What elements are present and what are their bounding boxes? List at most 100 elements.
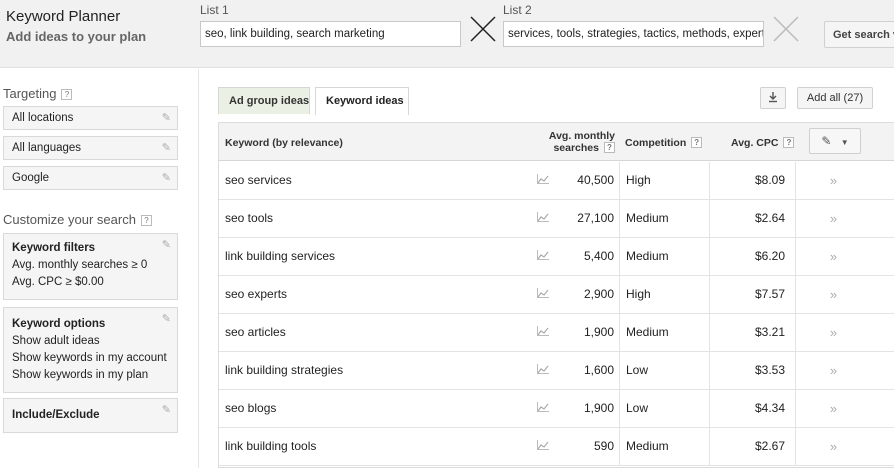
col-cpc-label: Avg. CPC [731, 137, 779, 149]
volume-cell: 2,900 [583, 287, 614, 301]
targeting-heading: Targeting? [3, 86, 73, 101]
include-exclude-box[interactable]: Include/Exclude ✎ [3, 398, 178, 433]
edit-columns-button[interactable]: ✎ ▼ [809, 128, 861, 154]
include-exclude-title: Include/Exclude [12, 409, 100, 421]
keyword-filters-title: Keyword filters [12, 242, 96, 254]
volume-cell: 1,600 [583, 363, 614, 377]
competition-cell: Low [619, 390, 709, 427]
keyword-cell: seo articles [225, 325, 286, 339]
competition-cell: High [619, 276, 709, 313]
volume-cell: 27,100 [577, 211, 614, 225]
competition-cell: Medium [619, 428, 709, 465]
option-plan: Show keywords in my plan [12, 369, 149, 381]
sidebar: Targeting? All locations ✎ All languages… [0, 69, 199, 468]
app-subtitle: Add ideas to your plan [6, 29, 147, 44]
help-icon[interactable]: ? [691, 137, 703, 148]
add-to-plan-icon[interactable]: » [795, 314, 871, 351]
col-volume-line1: Avg. monthly [548, 130, 615, 142]
download-button[interactable] [760, 87, 786, 109]
help-icon[interactable]: ? [604, 142, 615, 153]
help-icon[interactable]: ? [140, 215, 152, 226]
col-volume-line2: searches [553, 142, 599, 154]
cpc-cell: $2.64 [709, 200, 795, 237]
filter-cpc: Avg. CPC ≥ $0.00 [12, 276, 104, 288]
pencil-icon[interactable]: ✎ [162, 171, 171, 184]
keyword-cell: link building services [225, 249, 336, 263]
cpc-cell: $3.53 [709, 352, 795, 389]
pencil-icon[interactable]: ✎ [162, 403, 171, 416]
keyword-cell: seo blogs [225, 401, 277, 415]
keyword-options-title: Keyword options [12, 318, 106, 330]
table-row: link building strategies 1,600 Low $3.53» [219, 352, 894, 390]
network-targeting[interactable]: Google ✎ [3, 166, 178, 190]
add-to-plan-icon[interactable]: » [795, 352, 871, 389]
keyword-cell: seo tools [225, 211, 274, 225]
help-icon[interactable]: ? [783, 137, 795, 148]
table-row: link building tools 590 Medium $2.67» [219, 428, 894, 466]
volume-cell: 1,900 [583, 325, 614, 339]
location-targeting[interactable]: All locations ✎ [3, 106, 178, 130]
keyword-cell: seo experts [225, 287, 288, 301]
language-targeting[interactable]: All languages ✎ [3, 136, 178, 160]
table-row: link building services 5,400 Medium $6.20» [219, 238, 894, 276]
language-value: All languages [12, 142, 82, 154]
pencil-icon: ✎ [821, 134, 832, 148]
tab-ad-group-ideas[interactable]: Ad group ideas [218, 87, 310, 114]
cpc-cell: $3.21 [709, 314, 795, 351]
pencil-icon[interactable]: ✎ [162, 141, 171, 154]
competition-cell: Medium [619, 200, 709, 237]
volume-cell: 40,500 [577, 173, 614, 187]
table-row: seo blogs 1,900 Low $4.34» [219, 390, 894, 428]
cpc-cell: $2.67 [709, 428, 795, 465]
filter-searches: Avg. monthly searches ≥ 0 [12, 259, 148, 271]
add-to-plan-icon[interactable]: » [795, 276, 871, 313]
volume-cell: 1,900 [583, 401, 614, 415]
add-to-plan-icon[interactable]: » [795, 428, 871, 465]
multiply-icon [470, 16, 496, 42]
pencil-icon[interactable]: ✎ [162, 111, 171, 124]
tab-keyword-ideas[interactable]: Keyword ideas [315, 87, 409, 115]
app-title: Keyword Planner [6, 8, 121, 25]
location-value: All locations [12, 112, 74, 124]
get-search-volume-button[interactable]: Get search v [824, 21, 894, 48]
list1-label: List 1 [200, 3, 229, 17]
list2-input[interactable]: services, tools, strategies, tactics, me… [503, 21, 764, 47]
keyword-cell: link building strategies [225, 363, 344, 377]
cpc-cell: $7.57 [709, 276, 795, 313]
add-to-plan-icon[interactable]: » [795, 390, 871, 427]
network-value: Google [12, 172, 50, 184]
targeting-label: Targeting [3, 86, 57, 101]
add-all-button[interactable]: Add all (27) [797, 87, 873, 109]
customize-label: Customize your search [3, 212, 136, 227]
table-row: seo experts 2,900 High $7.57» [219, 276, 894, 314]
customize-heading: Customize your search? [3, 212, 152, 227]
col-competition-label: Competition [625, 137, 687, 149]
competition-cell: Medium [619, 314, 709, 351]
keyword-cell: seo services [225, 173, 292, 187]
keyword-cell: link building tools [225, 439, 317, 453]
table-header: Keyword (by relevance) Avg. monthly sear… [219, 123, 894, 161]
volume-cell: 5,400 [583, 249, 614, 263]
cpc-cell: $6.20 [709, 238, 795, 275]
keyword-options-box[interactable]: Keyword options Show adult ideas Show ke… [3, 307, 178, 393]
pencil-icon[interactable]: ✎ [162, 238, 171, 251]
pencil-icon[interactable]: ✎ [162, 312, 171, 325]
add-to-plan-icon[interactable]: » [795, 238, 871, 275]
keyword-filters-box[interactable]: Keyword filters Avg. monthly searches ≥ … [3, 233, 178, 300]
multiply-icon-disabled [773, 16, 799, 42]
add-to-plan-icon[interactable]: » [795, 200, 871, 237]
download-icon [769, 92, 777, 103]
option-adult: Show adult ideas [12, 335, 100, 347]
cpc-cell: $4.34 [709, 390, 795, 427]
cpc-cell: $8.09 [709, 162, 795, 199]
competition-cell: Low [619, 352, 709, 389]
list1-input[interactable]: seo, link building, search marketing [200, 21, 461, 47]
chevron-down-icon: ▼ [840, 138, 849, 147]
help-icon[interactable]: ? [61, 89, 73, 100]
competition-cell: High [619, 162, 709, 199]
keyword-ideas-table: Keyword (by relevance) Avg. monthly sear… [218, 122, 894, 468]
table-row: seo services 40,500 High $8.09» [219, 162, 894, 200]
list2-label: List 2 [503, 3, 532, 17]
add-to-plan-icon[interactable]: » [795, 162, 871, 199]
table-row: seo articles 1,900 Medium $3.21» [219, 314, 894, 352]
